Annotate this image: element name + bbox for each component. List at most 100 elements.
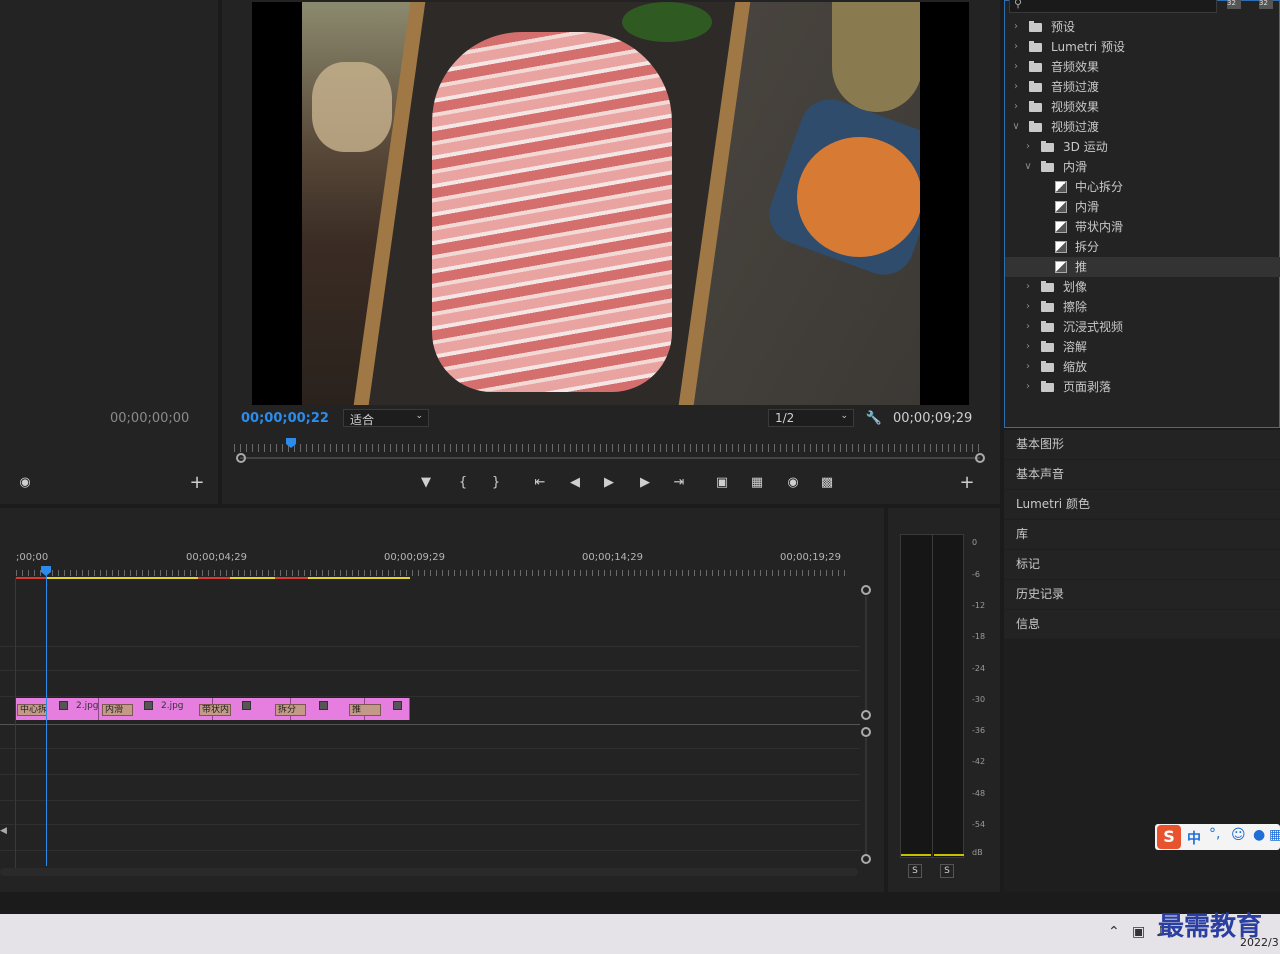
- effects-tree-item[interactable]: › 预设: [1005, 17, 1280, 37]
- effects-tree-item[interactable]: 中心拆分: [1005, 177, 1280, 197]
- punctuation-icon[interactable]: °,: [1209, 826, 1220, 842]
- chevron-down-icon[interactable]: ∨: [1011, 117, 1021, 137]
- collapse-arrow-icon[interactable]: ◀: [0, 826, 7, 836]
- transition-push[interactable]: 推: [349, 704, 381, 716]
- chevron-right-icon[interactable]: ›: [1023, 317, 1033, 337]
- transition-slide[interactable]: 内滑: [102, 704, 133, 716]
- meter-divider: [932, 534, 933, 858]
- vertical-scroll-handle[interactable]: [861, 854, 871, 864]
- panel-markers[interactable]: 标记: [1004, 550, 1280, 579]
- vertical-scroll-track[interactable]: [865, 596, 867, 710]
- go-to-in-icon[interactable]: ⇤: [531, 474, 549, 492]
- chevron-right-icon[interactable]: ›: [1011, 77, 1021, 97]
- effects-tree-item[interactable]: › 溶解: [1005, 337, 1280, 357]
- taskbar-date[interactable]: 2022/3: [1240, 936, 1279, 949]
- chevron-right-icon[interactable]: ›: [1023, 297, 1033, 317]
- effects-tree-item[interactable]: › 页面剥落: [1005, 377, 1280, 397]
- chevron-right-icon[interactable]: ›: [1011, 17, 1021, 37]
- camera-icon[interactable]: ◉: [16, 474, 34, 492]
- zoom-handle-right[interactable]: [975, 453, 985, 463]
- fx-badge-icon: [393, 701, 402, 710]
- effects-tree-item[interactable]: › 3D 运动: [1005, 137, 1280, 157]
- chevron-right-icon[interactable]: ›: [1023, 277, 1033, 297]
- effects-tree-label: 页面剥落: [1063, 380, 1112, 394]
- chevron-right-icon[interactable]: ›: [1011, 57, 1021, 77]
- track-divider: [0, 696, 860, 697]
- effects-tree-label: 内滑: [1063, 160, 1088, 174]
- microphone-icon[interactable]: ●: [1253, 827, 1265, 843]
- wrench-icon[interactable]: 🔧: [865, 410, 883, 428]
- chevron-right-icon[interactable]: ›: [1011, 37, 1021, 57]
- vertical-scroll-handle[interactable]: [861, 727, 871, 737]
- panel-essential-sound[interactable]: 基本声音: [1004, 460, 1280, 489]
- transition-band-slide[interactable]: 带状内: [199, 704, 231, 716]
- effects-tree-label: 视频效果: [1051, 100, 1100, 114]
- mark-out-icon[interactable]: }: [487, 474, 505, 492]
- vertical-scroll-handle[interactable]: [861, 710, 871, 720]
- effects-tree-item[interactable]: 内滑: [1005, 197, 1280, 217]
- panel-lumetri-color[interactable]: Lumetri 颜色: [1004, 490, 1280, 519]
- export-frame-icon[interactable]: ◉: [784, 474, 802, 492]
- transition-split[interactable]: 拆分: [275, 704, 306, 716]
- vertical-scroll-track[interactable]: [865, 738, 867, 854]
- chevron-right-icon[interactable]: ›: [1011, 97, 1021, 117]
- transition-center-split[interactable]: 中心拆: [17, 704, 47, 716]
- add-button[interactable]: +: [958, 474, 976, 492]
- solo-left-button[interactable]: S: [908, 864, 922, 878]
- tray-expand-icon[interactable]: ⌃: [1108, 924, 1120, 940]
- timeline-ruler[interactable]: [16, 570, 850, 576]
- extract-icon[interactable]: ▦: [748, 474, 766, 492]
- effects-tree-item[interactable]: › 音频效果: [1005, 57, 1280, 77]
- chevron-right-icon[interactable]: ›: [1023, 377, 1033, 397]
- step-back-icon[interactable]: ◀: [566, 474, 584, 492]
- effects-search-input[interactable]: ⚲: [1009, 0, 1217, 13]
- effects-tree-item[interactable]: › 擦除: [1005, 297, 1280, 317]
- meter-level-right: [934, 854, 964, 856]
- effects-tree-item[interactable]: › 沉浸式视频: [1005, 317, 1280, 337]
- effects-tree-item[interactable]: › Lumetri 预设: [1005, 37, 1280, 57]
- yuv-icon[interactable]: 32: [1259, 0, 1273, 9]
- emoji-icon[interactable]: ☺: [1231, 827, 1246, 843]
- new-bin-icon[interactable]: 32: [1227, 0, 1241, 9]
- clip-name: 2.jpg: [76, 701, 99, 711]
- ime-toolbar[interactable]: S 中 °, ☺ ● ▦: [1155, 824, 1280, 850]
- chevron-down-icon[interactable]: ∨: [1023, 157, 1033, 177]
- comparison-view-icon[interactable]: ▩: [818, 474, 836, 492]
- panel-libraries[interactable]: 库: [1004, 520, 1280, 549]
- add-marker-icon[interactable]: ▼: [417, 474, 435, 492]
- program-time-ruler[interactable]: [234, 444, 984, 452]
- panel-essential-graphics[interactable]: 基本图形: [1004, 430, 1280, 459]
- effects-tree-item[interactable]: › 缩放: [1005, 357, 1280, 377]
- chevron-right-icon[interactable]: ›: [1023, 357, 1033, 377]
- effects-tree-item[interactable]: 带状内滑: [1005, 217, 1280, 237]
- network-icon[interactable]: ▣: [1132, 924, 1145, 940]
- lift-icon[interactable]: ▣: [713, 474, 731, 492]
- vertical-scroll-handle[interactable]: [861, 585, 871, 595]
- mark-in-icon[interactable]: {: [454, 474, 472, 492]
- source-timecode[interactable]: 00;00;00;00: [110, 411, 189, 426]
- ime-mode[interactable]: 中: [1187, 828, 1201, 848]
- chevron-right-icon[interactable]: ›: [1023, 337, 1033, 357]
- effects-tree-item[interactable]: 拆分: [1005, 237, 1280, 257]
- fit-select[interactable]: 适合 ⌄: [343, 409, 429, 427]
- zoom-scrollbar-track[interactable]: [240, 457, 980, 459]
- effects-tree-item[interactable]: › 视频效果: [1005, 97, 1280, 117]
- effects-tree-item[interactable]: › 划像: [1005, 277, 1280, 297]
- panel-history[interactable]: 历史记录: [1004, 580, 1280, 609]
- chevron-right-icon[interactable]: ›: [1023, 137, 1033, 157]
- play-icon[interactable]: ▶: [600, 474, 618, 492]
- effects-tree-item[interactable]: ∨ 内滑: [1005, 157, 1280, 177]
- add-button[interactable]: +: [188, 474, 206, 492]
- zoom-handle-left[interactable]: [236, 453, 246, 463]
- go-to-out-icon[interactable]: ⇥: [670, 474, 688, 492]
- horizontal-scrollbar[interactable]: [0, 868, 858, 876]
- resolution-select[interactable]: 1/2 ⌄: [768, 409, 854, 427]
- program-current-timecode[interactable]: 00;00;00;22: [241, 411, 329, 426]
- step-forward-icon[interactable]: ▶: [636, 474, 654, 492]
- panel-info[interactable]: 信息: [1004, 610, 1280, 639]
- solo-right-button[interactable]: S: [940, 864, 954, 878]
- effects-tree-item[interactable]: ∨ 视频过渡: [1005, 117, 1280, 137]
- effects-tree-item[interactable]: 推: [1005, 257, 1280, 277]
- keyboard-icon[interactable]: ▦: [1269, 827, 1280, 843]
- effects-tree-item[interactable]: › 音频过渡: [1005, 77, 1280, 97]
